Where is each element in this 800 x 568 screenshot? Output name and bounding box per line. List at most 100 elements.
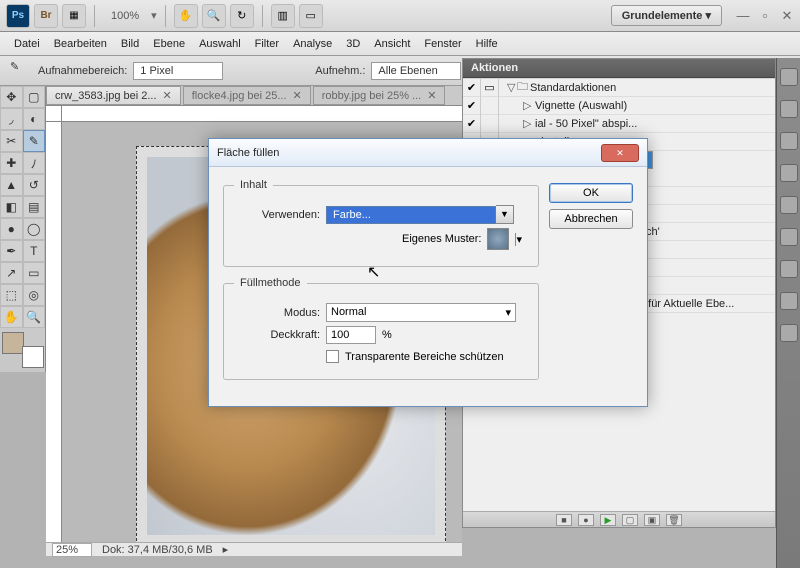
pattern-swatch[interactable] — [487, 228, 509, 250]
arrange-docs-icon[interactable]: ▥ — [271, 4, 295, 28]
tab-close-icon[interactable]: ✕ — [427, 89, 436, 102]
minimize-icon[interactable]: — — [736, 9, 750, 23]
minibridge-icon[interactable]: ▦ — [62, 4, 86, 28]
dodge-tool[interactable]: ◯ — [23, 218, 46, 240]
camera-tool[interactable]: ◎ — [23, 284, 46, 306]
crop-tool[interactable]: ✂ — [0, 130, 23, 152]
action-toggle-checkbox[interactable]: ✔ — [463, 115, 481, 133]
menu-ansicht[interactable]: Ansicht — [374, 38, 410, 50]
action-dialog-toggle[interactable]: ▭ — [481, 79, 499, 97]
status-docinfo[interactable]: Dok: 37,4 MB/30,6 MB — [102, 544, 213, 556]
ruler-origin[interactable] — [46, 106, 62, 122]
lasso-tool[interactable]: ◞ — [0, 108, 23, 130]
pen-tool[interactable]: ✒ — [0, 240, 23, 262]
disclosure-triangle-icon[interactable]: ▷ — [523, 117, 533, 130]
trash-icon[interactable]: 🗑 — [666, 514, 682, 526]
rail-icon-7[interactable] — [780, 260, 798, 278]
tab-close-icon[interactable]: ✕ — [163, 89, 172, 102]
menu-fenster[interactable]: Fenster — [424, 38, 461, 50]
rotate-view-icon[interactable]: ↻ — [230, 4, 254, 28]
ruler-horizontal[interactable] — [62, 106, 462, 122]
shape-tool[interactable]: ▭ — [23, 262, 46, 284]
menu-filter[interactable]: Filter — [255, 38, 279, 50]
eyedropper-tool[interactable]: ✎ — [23, 130, 46, 152]
action-dialog-toggle[interactable] — [481, 97, 499, 115]
dialog-close-button[interactable]: ✕ — [601, 144, 639, 162]
bg-swatch[interactable] — [22, 346, 44, 368]
rail-icon-9[interactable] — [780, 324, 798, 342]
rail-icon-5[interactable] — [780, 196, 798, 214]
new-action-icon[interactable]: ▣ — [644, 514, 660, 526]
zoom-level[interactable]: 100% — [103, 10, 147, 22]
rail-icon-3[interactable] — [780, 132, 798, 150]
status-zoom[interactable]: 25% — [52, 543, 92, 557]
eraser-tool[interactable]: ◧ — [0, 196, 23, 218]
action-row[interactable]: ✔▭▽🗀 Standardaktionen — [463, 79, 775, 97]
blur-tool[interactable]: ● — [0, 218, 23, 240]
use-combo[interactable]: Farbe... ▼ — [326, 205, 514, 224]
action-dialog-toggle[interactable] — [481, 115, 499, 133]
menu-datei[interactable]: Datei — [14, 38, 40, 50]
tab-doc-2[interactable]: flocke4.jpg bei 25...✕ — [183, 86, 311, 105]
pattern-dropdown-icon[interactable]: ▾ — [515, 233, 522, 246]
maximize-icon[interactable]: ▫ — [758, 9, 772, 23]
menu-bearbeiten[interactable]: Bearbeiten — [54, 38, 107, 50]
path-tool[interactable]: ↗ — [0, 262, 23, 284]
bridge-icon[interactable]: Br — [34, 4, 58, 28]
stamp-tool[interactable]: ▲ — [0, 174, 23, 196]
rail-icon-1[interactable] — [780, 68, 798, 86]
menu-auswahl[interactable]: Auswahl — [199, 38, 241, 50]
type-tool[interactable]: T — [23, 240, 46, 262]
marquee-tool[interactable]: ▢ — [23, 86, 46, 108]
play-icon[interactable]: ▶ — [600, 514, 616, 526]
chevron-down-icon[interactable]: ▼ — [496, 205, 514, 224]
3d-tool[interactable]: ⬚ — [0, 284, 23, 306]
history-brush-tool[interactable]: ↺ — [23, 174, 46, 196]
eyedropper-icon[interactable]: ✎ — [10, 60, 32, 82]
menu-bild[interactable]: Bild — [121, 38, 139, 50]
tab-doc-1[interactable]: crw_3583.jpg bei 2...✕ — [46, 86, 181, 105]
gradient-tool[interactable]: ▤ — [23, 196, 46, 218]
sample-size-value[interactable]: 1 Pixel — [133, 62, 223, 80]
hand-tool-icon[interactable]: ✋ — [174, 4, 198, 28]
preserve-transparency-checkbox[interactable] — [326, 350, 339, 363]
ok-button[interactable]: OK — [549, 183, 633, 203]
disclosure-triangle-icon[interactable]: ▷ — [523, 99, 533, 112]
sample-from-value[interactable]: Alle Ebenen — [371, 62, 461, 80]
cancel-button[interactable]: Abbrechen — [549, 209, 633, 229]
disclosure-triangle-icon[interactable]: ▽ — [507, 81, 517, 94]
tab-close-icon[interactable]: ✕ — [293, 89, 302, 102]
ruler-vertical[interactable] — [46, 122, 62, 542]
zoom-tool-icon[interactable]: 🔍 — [202, 4, 226, 28]
close-icon[interactable]: ✕ — [780, 9, 794, 23]
action-row[interactable]: ✔▷Vignette (Auswahl) — [463, 97, 775, 115]
menu-3d[interactable]: 3D — [346, 38, 360, 50]
rail-icon-6[interactable] — [780, 228, 798, 246]
status-arrow-icon[interactable]: ▸ — [223, 543, 229, 556]
rail-icon-2[interactable] — [780, 100, 798, 118]
workspace-switcher[interactable]: Grundelemente ▾ — [611, 5, 722, 26]
zoom-dropdown-icon[interactable]: ▾ — [151, 9, 157, 22]
record-icon[interactable]: ● — [578, 514, 594, 526]
mode-select[interactable]: Normal▾ — [326, 303, 516, 322]
menu-ebene[interactable]: Ebene — [153, 38, 185, 50]
action-toggle-checkbox[interactable]: ✔ — [463, 79, 481, 97]
hand-tool[interactable]: ✋ — [0, 306, 23, 328]
move-tool[interactable]: ✥ — [0, 86, 23, 108]
rail-icon-8[interactable] — [780, 292, 798, 310]
screenmode-icon[interactable]: ▭ — [299, 4, 323, 28]
tab-doc-3[interactable]: robby.jpg bei 25% ...✕ — [313, 86, 446, 105]
opacity-input[interactable]: 100 — [326, 326, 376, 344]
action-toggle-checkbox[interactable]: ✔ — [463, 97, 481, 115]
ps-logo-icon[interactable]: Ps — [6, 4, 30, 28]
actions-panel-header[interactable]: Aktionen — [463, 59, 775, 78]
dialog-titlebar[interactable]: Fläche füllen ✕ — [209, 139, 647, 167]
zoom-tool[interactable]: 🔍 — [23, 306, 46, 328]
heal-tool[interactable]: ✚ — [0, 152, 23, 174]
menu-hilfe[interactable]: Hilfe — [476, 38, 498, 50]
fg-swatch[interactable] — [2, 332, 24, 354]
new-folder-icon[interactable]: ▢ — [622, 514, 638, 526]
stop-icon[interactable]: ■ — [556, 514, 572, 526]
rail-icon-4[interactable] — [780, 164, 798, 182]
action-row[interactable]: ✔▷ial - 50 Pixel" abspi... — [463, 115, 775, 133]
